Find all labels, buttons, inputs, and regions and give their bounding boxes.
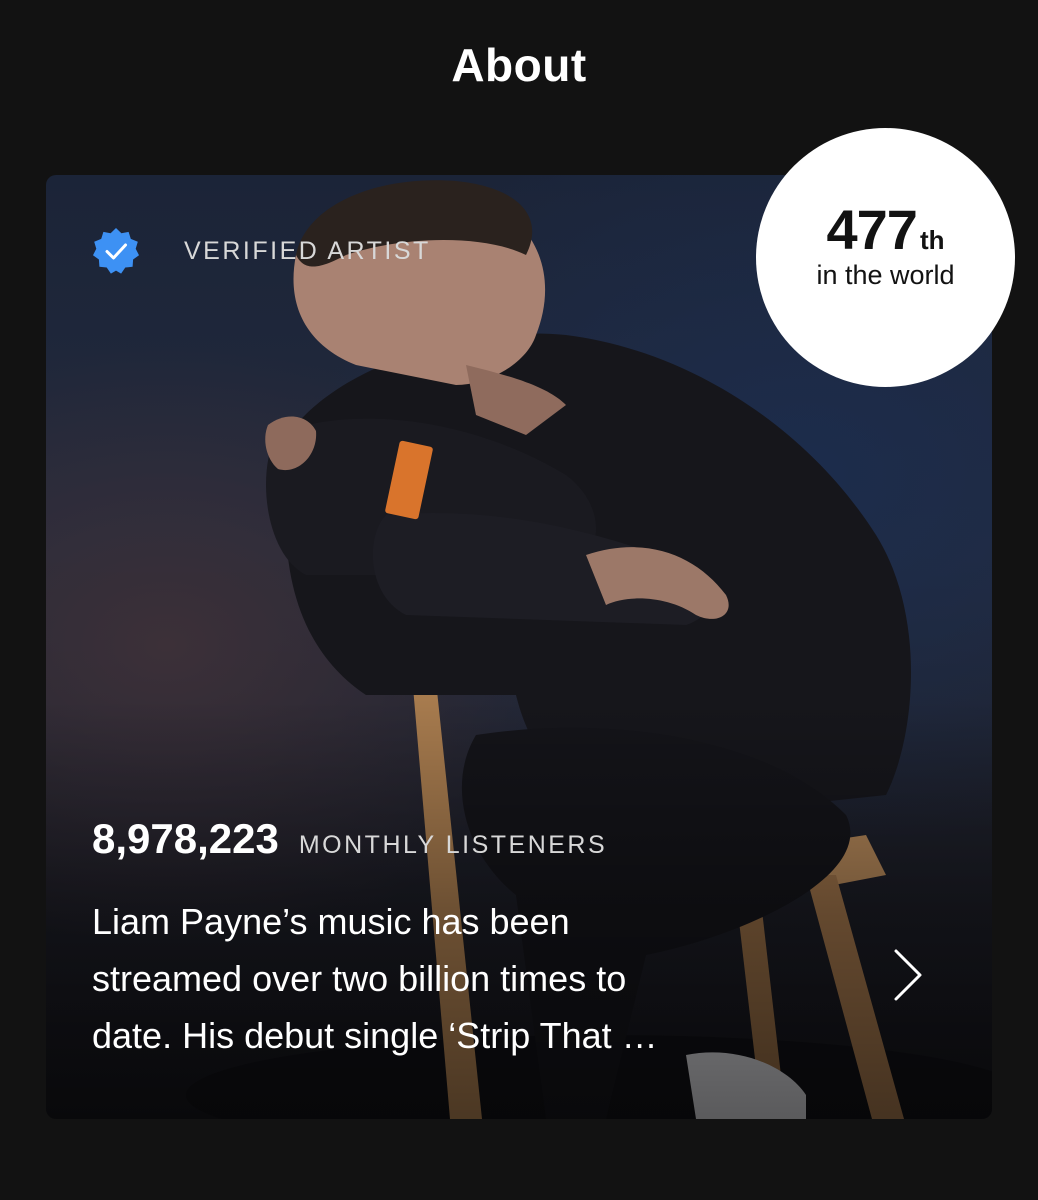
verified-artist-row: VERIFIED ARTIST: [92, 227, 431, 275]
bio-line: date. His debut single ‘Strip That …: [92, 1015, 658, 1056]
monthly-listeners-count: 8,978,223: [92, 815, 279, 862]
verified-badge-icon: [93, 228, 139, 274]
bio-line: Liam Payne’s music has been: [92, 901, 570, 942]
about-screen: About VERIFIED ARTIST 8,978,223 MONTHLY …: [0, 0, 1038, 1200]
chevron-right-icon: [894, 949, 922, 1001]
world-rank-caption: in the world: [816, 260, 955, 290]
rank-value: 477: [826, 198, 918, 261]
see-more-button[interactable]: [878, 945, 938, 1005]
verified-artist-label: VERIFIED ARTIST: [184, 236, 431, 265]
artist-bio: Liam Payne’s music has been streamed ove…: [92, 893, 852, 1064]
monthly-listeners-label: MONTHLY LISTENERS: [298, 831, 608, 859]
bio-line: streamed over two billion times to: [92, 958, 627, 999]
rank-suffix: th: [919, 225, 945, 255]
monthly-listeners-row: 8,978,223 MONTHLY LISTENERS: [92, 815, 607, 863]
page-title: About: [451, 39, 587, 91]
world-rank-badge: 477th in the world: [756, 128, 1015, 387]
